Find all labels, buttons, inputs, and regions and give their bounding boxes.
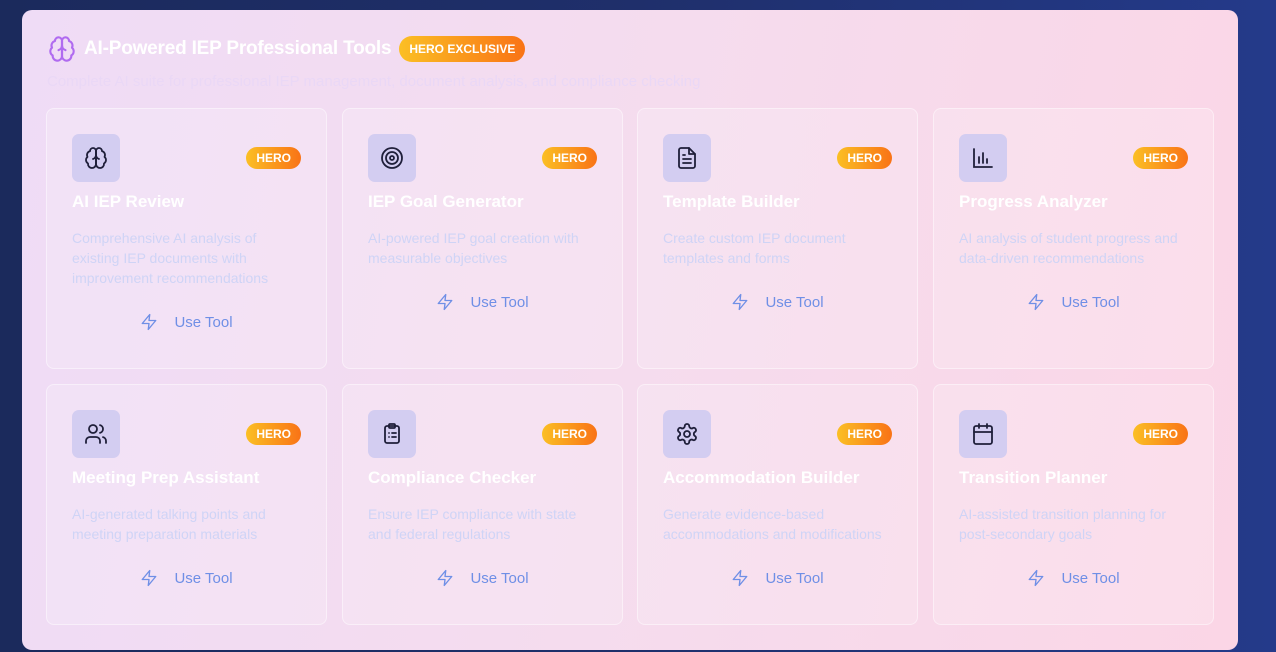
tool-description: Generate evidence-based accommodations a… xyxy=(663,506,882,542)
users-icon xyxy=(72,410,120,458)
page-title: AI-Powered IEP Professional Tools xyxy=(84,38,392,59)
tool-name: Accommodation Builder xyxy=(663,468,860,487)
use-tool-button[interactable]: Use Tool xyxy=(343,569,622,587)
calendar-icon xyxy=(959,410,1007,458)
use-tool-button[interactable]: Use Tool xyxy=(934,293,1213,311)
lightning-icon xyxy=(1029,569,1044,587)
tool-name: IEP Goal Generator xyxy=(368,192,524,211)
panel-header: AI-Powered IEP Professional Tools HERO E… xyxy=(47,34,526,64)
lightning-icon xyxy=(142,569,157,587)
use-tool-button[interactable]: Use Tool xyxy=(934,569,1213,587)
tool-name: Compliance Checker xyxy=(368,468,537,487)
tool-description: AI-assisted transition planning for post… xyxy=(959,506,1166,542)
use-tool-button[interactable]: Use Tool xyxy=(343,293,622,311)
tool-name: Template Builder xyxy=(663,192,800,211)
tool-card-transition-planner[interactable]: HERO Transition Planner AI-assisted tran… xyxy=(933,384,1214,625)
tool-description: Create custom IEP document templates and… xyxy=(663,230,846,266)
tool-card-compliance-checker[interactable]: HERO Compliance Checker Ensure IEP compl… xyxy=(342,384,623,625)
clipboard-list-icon xyxy=(368,410,416,458)
ai-tools-panel: AI-Powered IEP Professional Tools HERO E… xyxy=(22,10,1238,650)
tool-description: AI analysis of student progress and data… xyxy=(959,230,1178,266)
bar-chart-icon xyxy=(959,134,1007,182)
tool-card-progress-analyzer[interactable]: HERO Progress Analyzer AI analysis of st… xyxy=(933,108,1214,369)
page-subtitle: Complete AI suite for professional IEP m… xyxy=(47,73,701,90)
brain-icon xyxy=(47,34,77,64)
use-tool-label: Use Tool xyxy=(174,569,233,587)
hero-badge: HERO xyxy=(542,423,597,445)
tool-description: Comprehensive AI analysis of existing IE… xyxy=(72,230,269,286)
hero-exclusive-badge: HERO EXCLUSIVE xyxy=(399,36,526,62)
tool-description: Ensure IEP compliance with state and fed… xyxy=(368,506,577,542)
use-tool-button[interactable]: Use Tool xyxy=(47,313,326,331)
use-tool-label: Use Tool xyxy=(1061,293,1120,311)
lightning-icon xyxy=(733,569,748,587)
document-icon xyxy=(663,134,711,182)
tool-card-ai-iep-review[interactable]: HERO AI IEP Review Comprehensive AI anal… xyxy=(46,108,327,369)
hero-badge: HERO xyxy=(542,147,597,169)
hero-badge: HERO xyxy=(1133,423,1188,445)
lightning-icon xyxy=(438,569,453,587)
lightning-icon xyxy=(438,293,453,311)
tool-card-iep-goal-generator[interactable]: HERO IEP Goal Generator AI-powered IEP g… xyxy=(342,108,623,369)
use-tool-button[interactable]: Use Tool xyxy=(638,293,917,311)
tool-description: AI-powered IEP goal creation with measur… xyxy=(368,230,579,266)
use-tool-label: Use Tool xyxy=(174,313,233,331)
brain-icon xyxy=(72,134,120,182)
use-tool-label: Use Tool xyxy=(765,293,824,311)
tool-card-meeting-prep-assistant[interactable]: HERO Meeting Prep Assistant AI-generated… xyxy=(46,384,327,625)
use-tool-label: Use Tool xyxy=(1061,569,1120,587)
hero-badge: HERO xyxy=(837,147,892,169)
use-tool-label: Use Tool xyxy=(765,569,824,587)
use-tool-label: Use Tool xyxy=(470,293,529,311)
lightning-icon xyxy=(142,313,157,331)
hero-badge: HERO xyxy=(246,423,301,445)
target-icon xyxy=(368,134,416,182)
use-tool-label: Use Tool xyxy=(470,569,529,587)
hero-badge: HERO xyxy=(837,423,892,445)
tool-name: AI IEP Review xyxy=(72,192,185,211)
lightning-icon xyxy=(733,293,748,311)
hero-badge: HERO xyxy=(246,147,301,169)
tool-name: Transition Planner xyxy=(959,468,1108,487)
tool-card-template-builder[interactable]: HERO Template Builder Create custom IEP … xyxy=(637,108,918,369)
hero-badge: HERO xyxy=(1133,147,1188,169)
use-tool-button[interactable]: Use Tool xyxy=(638,569,917,587)
tool-card-accommodation-builder[interactable]: HERO Accommodation Builder Generate evid… xyxy=(637,384,918,625)
tool-description: AI-generated talking points and meeting … xyxy=(72,506,266,542)
use-tool-button[interactable]: Use Tool xyxy=(47,569,326,587)
gear-icon xyxy=(663,410,711,458)
lightning-icon xyxy=(1029,293,1044,311)
tool-name: Meeting Prep Assistant xyxy=(72,468,260,487)
tool-name: Progress Analyzer xyxy=(959,192,1108,211)
